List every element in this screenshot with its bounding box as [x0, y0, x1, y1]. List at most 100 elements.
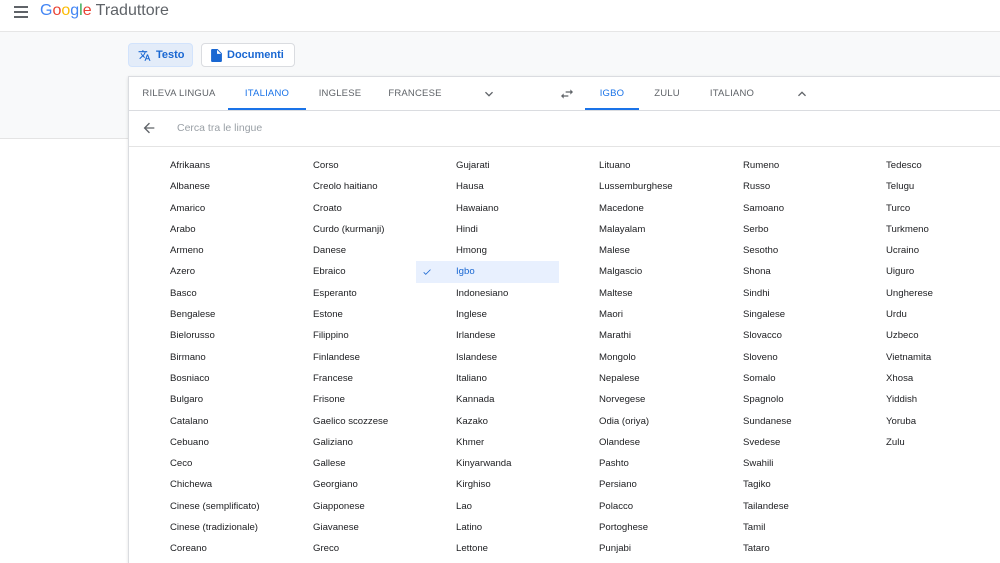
- language-option[interactable]: Danese: [273, 240, 416, 261]
- language-option[interactable]: Filippino: [273, 325, 416, 346]
- language-option[interactable]: Urdu: [846, 304, 989, 325]
- language-option[interactable]: Serbo: [703, 219, 846, 240]
- language-option[interactable]: Igbo: [416, 261, 559, 283]
- language-option[interactable]: Indonesiano: [416, 283, 559, 304]
- language-option[interactable]: Persiano: [559, 474, 702, 495]
- language-option[interactable]: Corso: [273, 155, 416, 176]
- language-option[interactable]: Bengalese: [130, 304, 273, 325]
- language-option[interactable]: Maori: [559, 304, 702, 325]
- language-option[interactable]: Pashto: [559, 453, 702, 474]
- language-option[interactable]: Galiziano: [273, 432, 416, 453]
- language-option[interactable]: Croato: [273, 198, 416, 219]
- language-option[interactable]: Esperanto: [273, 283, 416, 304]
- language-option[interactable]: Hawaiano: [416, 198, 559, 219]
- language-search-input[interactable]: [177, 119, 577, 137]
- language-option[interactable]: Latino: [416, 517, 559, 538]
- language-option[interactable]: Coreano: [130, 538, 273, 559]
- language-option[interactable]: Gujarati: [416, 155, 559, 176]
- documents-mode-button[interactable]: Documenti: [201, 43, 295, 67]
- source-more-chevron-down-icon[interactable]: [481, 86, 497, 102]
- language-option[interactable]: Telugu: [846, 176, 989, 197]
- language-option[interactable]: Cinese (semplificato): [130, 496, 273, 517]
- language-option[interactable]: Inglese: [416, 304, 559, 325]
- language-option[interactable]: Tedesco: [846, 155, 989, 176]
- language-option[interactable]: Tailandese: [703, 496, 846, 517]
- language-option[interactable]: Georgiano: [273, 474, 416, 495]
- language-option[interactable]: Hmong: [416, 240, 559, 261]
- language-option[interactable]: Hindi: [416, 219, 559, 240]
- tab-target-italian[interactable]: ITALIANO: [701, 77, 763, 110]
- language-option[interactable]: Punjabi: [559, 538, 702, 559]
- language-option[interactable]: Turco: [846, 198, 989, 219]
- language-option[interactable]: Sesotho: [703, 240, 846, 261]
- app-logo[interactable]: Google Traduttore: [40, 1, 169, 21]
- language-option[interactable]: Yiddish: [846, 389, 989, 410]
- language-option[interactable]: Spagnolo: [703, 389, 846, 410]
- language-option[interactable]: Lituano: [559, 155, 702, 176]
- language-option[interactable]: Kannada: [416, 389, 559, 410]
- language-option[interactable]: Ungherese: [846, 283, 989, 304]
- language-option[interactable]: Hausa: [416, 176, 559, 197]
- language-option[interactable]: Sundanese: [703, 411, 846, 432]
- language-option[interactable]: Svedese: [703, 432, 846, 453]
- language-option[interactable]: Polacco: [559, 496, 702, 517]
- language-option[interactable]: Birmano: [130, 347, 273, 368]
- language-option[interactable]: Malgascio: [559, 261, 702, 282]
- tab-source-french[interactable]: FRANCESE: [379, 77, 451, 110]
- language-option[interactable]: Russo: [703, 176, 846, 197]
- language-option[interactable]: Singalese: [703, 304, 846, 325]
- language-option[interactable]: Marathi: [559, 325, 702, 346]
- language-option[interactable]: Ceco: [130, 453, 273, 474]
- language-option[interactable]: Tataro: [703, 538, 846, 559]
- language-option[interactable]: Amarico: [130, 198, 273, 219]
- language-option[interactable]: Norvegese: [559, 389, 702, 410]
- language-option[interactable]: Uzbeco: [846, 325, 989, 346]
- language-option[interactable]: Islandese: [416, 347, 559, 368]
- language-option[interactable]: Frisone: [273, 389, 416, 410]
- language-option[interactable]: Lettone: [416, 538, 559, 559]
- tab-detect-language[interactable]: RILEVA LINGUA: [139, 77, 219, 110]
- language-option[interactable]: Malese: [559, 240, 702, 261]
- language-option[interactable]: Tagiko: [703, 474, 846, 495]
- language-option[interactable]: Gallese: [273, 453, 416, 474]
- language-option[interactable]: Uiguro: [846, 261, 989, 282]
- language-option[interactable]: Finlandese: [273, 347, 416, 368]
- language-option[interactable]: Cebuano: [130, 432, 273, 453]
- tab-source-italian[interactable]: ITALIANO: [228, 77, 306, 110]
- language-option[interactable]: Yoruba: [846, 411, 989, 432]
- language-option[interactable]: Sloveno: [703, 347, 846, 368]
- language-option[interactable]: Bulgaro: [130, 389, 273, 410]
- language-option[interactable]: Rumeno: [703, 155, 846, 176]
- language-option[interactable]: Macedone: [559, 198, 702, 219]
- language-option[interactable]: Azero: [130, 261, 273, 282]
- language-option[interactable]: Olandese: [559, 432, 702, 453]
- language-option[interactable]: Xhosa: [846, 368, 989, 389]
- language-option[interactable]: Creolo haitiano: [273, 176, 416, 197]
- language-option[interactable]: Ebraico: [273, 261, 416, 282]
- language-option[interactable]: Giapponese: [273, 496, 416, 517]
- language-option[interactable]: Maltese: [559, 283, 702, 304]
- language-option[interactable]: Gaelico scozzese: [273, 411, 416, 432]
- language-option[interactable]: Ucraino: [846, 240, 989, 261]
- language-option[interactable]: Malayalam: [559, 219, 702, 240]
- language-option[interactable]: Lussemburghese: [559, 176, 702, 197]
- language-option[interactable]: Khmer: [416, 432, 559, 453]
- language-option[interactable]: Vietnamita: [846, 347, 989, 368]
- language-option[interactable]: Slovacco: [703, 325, 846, 346]
- language-option[interactable]: Turkmeno: [846, 219, 989, 240]
- tab-target-zulu[interactable]: ZULU: [645, 77, 689, 110]
- language-option[interactable]: Albanese: [130, 176, 273, 197]
- language-option[interactable]: Curdo (kurmanji): [273, 219, 416, 240]
- language-option[interactable]: Chichewa: [130, 474, 273, 495]
- language-option[interactable]: Kirghiso: [416, 474, 559, 495]
- language-option[interactable]: Sindhi: [703, 283, 846, 304]
- language-option[interactable]: Samoano: [703, 198, 846, 219]
- language-option[interactable]: Odia (oriya): [559, 411, 702, 432]
- language-option[interactable]: Italiano: [416, 368, 559, 389]
- target-more-chevron-up-icon[interactable]: [794, 86, 810, 102]
- language-option[interactable]: Shona: [703, 261, 846, 282]
- language-option[interactable]: Catalano: [130, 411, 273, 432]
- back-arrow-icon[interactable]: [141, 120, 157, 136]
- language-option[interactable]: Estone: [273, 304, 416, 325]
- language-option[interactable]: Lao: [416, 496, 559, 517]
